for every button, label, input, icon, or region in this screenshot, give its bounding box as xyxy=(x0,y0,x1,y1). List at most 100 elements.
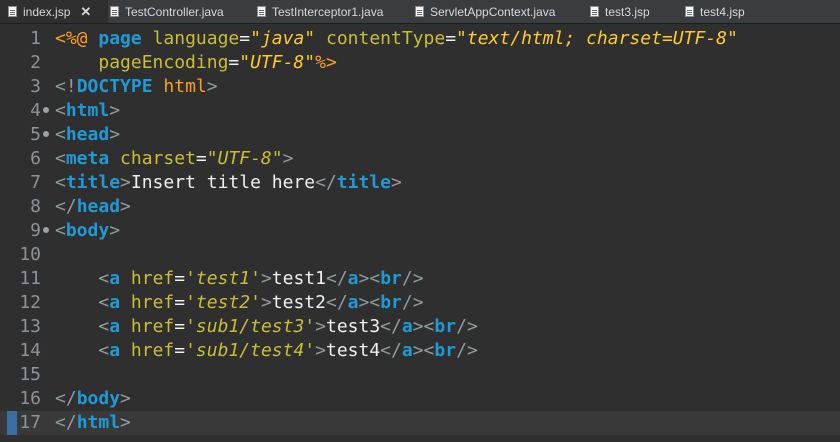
code-line[interactable]: 4 <html> xyxy=(0,99,840,123)
code-token: > xyxy=(282,148,294,169)
code-line[interactable]: 8 </head> xyxy=(0,195,840,219)
code-editor[interactable]: 1 <%@ page language="java" contentType="t… xyxy=(0,24,840,442)
fold-toggle-icon[interactable] xyxy=(43,227,49,233)
code-token: charset xyxy=(120,148,196,169)
code-token: br xyxy=(434,316,457,337)
code-line[interactable]: 6 <meta charset="UTF-8"> xyxy=(0,147,840,171)
code-token: head xyxy=(76,196,121,217)
line-number: 17 xyxy=(19,412,41,433)
code-line[interactable]: 7 <title>Insert title here</title> xyxy=(0,171,840,195)
tab-test4-jsp[interactable]: test4.jsp xyxy=(685,0,745,23)
code-token: "java" xyxy=(250,28,316,49)
code-token: > xyxy=(260,292,272,313)
code-line[interactable]: 5 <head> xyxy=(0,123,840,147)
tab-testinterceptor1-java[interactable]: TestInterceptor1.java xyxy=(257,0,383,23)
code-token: a xyxy=(347,292,359,313)
tab-index-jsp[interactable]: index.jsp ✕ xyxy=(0,0,108,23)
code-text: <title>Insert title here</title> xyxy=(55,171,402,195)
code-token: br xyxy=(380,292,402,313)
code-line[interactable]: 12 <a href='test2'>test2</a><br/> xyxy=(0,291,840,315)
code-token: a xyxy=(401,316,413,337)
code-token: pageEncoding xyxy=(98,52,229,73)
line-number: 16 xyxy=(19,388,41,409)
line-number: 7 xyxy=(30,172,41,193)
code-text: <a href='test2'>test2</a><br/> xyxy=(55,291,424,315)
jsp-file-icon xyxy=(8,6,17,17)
code-line[interactable]: 2 pageEncoding="UTF-8"%> xyxy=(0,51,840,75)
fold-toggle-icon[interactable] xyxy=(43,131,49,137)
code-token: a xyxy=(401,340,413,361)
tab-servletappcontext-java[interactable]: ServletAppContext.java xyxy=(415,0,555,23)
code-token: html xyxy=(65,100,110,121)
code-line[interactable]: 10 xyxy=(0,243,840,267)
tab-test3-jsp[interactable]: test3.jsp xyxy=(590,0,650,23)
code-token: </ xyxy=(55,196,77,217)
code-token: a xyxy=(109,292,121,313)
code-token: Insert title here xyxy=(130,172,316,193)
jsp-file-icon xyxy=(590,6,599,17)
code-token: > xyxy=(109,124,121,145)
java-file-icon xyxy=(257,6,266,17)
code-token: a xyxy=(109,268,121,289)
code-line[interactable]: 15 xyxy=(0,363,840,387)
code-token: = xyxy=(174,292,186,313)
code-token: test3 xyxy=(325,316,381,337)
code-line[interactable]: 3 <!DOCTYPE html> xyxy=(0,75,840,99)
code-line[interactable]: 17 </html> xyxy=(0,411,840,435)
code-line[interactable]: 9 <body> xyxy=(0,219,840,243)
tab-label: TestInterceptor1.java xyxy=(272,4,384,19)
code-token: a xyxy=(347,268,359,289)
java-file-icon xyxy=(110,6,119,17)
code-token: < xyxy=(98,292,110,313)
code-token: 'test2' xyxy=(185,292,261,313)
code-line[interactable]: 1 <%@ page language="java" contentType="t… xyxy=(0,27,840,51)
code-token: "text/html; charset=UTF-8" xyxy=(456,28,738,49)
line-number: 11 xyxy=(19,268,41,289)
code-token: > xyxy=(260,268,272,289)
tab-label: test3.jsp xyxy=(605,4,650,19)
code-token: href xyxy=(130,268,175,289)
code-line[interactable]: 14 <a href='sub1/test4'>test4</a><br/> xyxy=(0,339,840,363)
code-token: head xyxy=(65,124,110,145)
code-token: /> xyxy=(456,316,478,337)
tab-label: ServletAppContext.java xyxy=(430,4,556,19)
line-number: 14 xyxy=(19,340,41,361)
line-number: 3 xyxy=(30,76,41,97)
code-token: > xyxy=(120,196,131,217)
code-token: > xyxy=(315,340,326,361)
code-token: title xyxy=(336,172,391,193)
code-token: title xyxy=(65,172,121,193)
tab-label: test4.jsp xyxy=(700,4,745,19)
code-line[interactable]: 16 </body> xyxy=(0,387,840,411)
code-token: </ xyxy=(325,292,348,313)
code-token: = xyxy=(174,268,186,289)
tab-testcontroller-java[interactable]: TestController.java xyxy=(110,0,224,23)
code-text: </body> xyxy=(55,387,131,411)
code-token: /> xyxy=(401,292,424,313)
line-number: 10 xyxy=(19,244,41,265)
line-number: 13 xyxy=(19,316,41,337)
code-token: >< xyxy=(412,340,435,361)
code-text: <a href='sub1/test4'>test4</a><br/> xyxy=(55,339,477,363)
code-token: = xyxy=(445,28,457,49)
code-token: language xyxy=(152,28,240,49)
code-token: > xyxy=(120,388,131,409)
tab-label: index.jsp xyxy=(23,4,71,19)
code-text: <%@ page language="java" contentType="te… xyxy=(55,27,738,51)
code-text: <a href='test1'>test1</a><br/> xyxy=(55,267,423,291)
code-line[interactable]: 11 <a href='test1'>test1</a><br/> xyxy=(0,267,840,291)
code-text: <a href='sub1/test3'>test3</a><br/> xyxy=(55,315,478,339)
code-token: html xyxy=(76,412,121,433)
code-token: < xyxy=(55,172,66,193)
code-token: page xyxy=(98,28,142,49)
code-token: </ xyxy=(315,172,337,193)
code-token: = xyxy=(228,52,240,73)
fold-toggle-icon[interactable] xyxy=(43,107,49,113)
line-number: 12 xyxy=(19,292,41,313)
code-line[interactable]: 13 <a href='sub1/test3'>test3</a><br/> xyxy=(0,315,840,339)
close-icon[interactable]: ✕ xyxy=(80,4,91,20)
code-token: < xyxy=(98,340,110,361)
